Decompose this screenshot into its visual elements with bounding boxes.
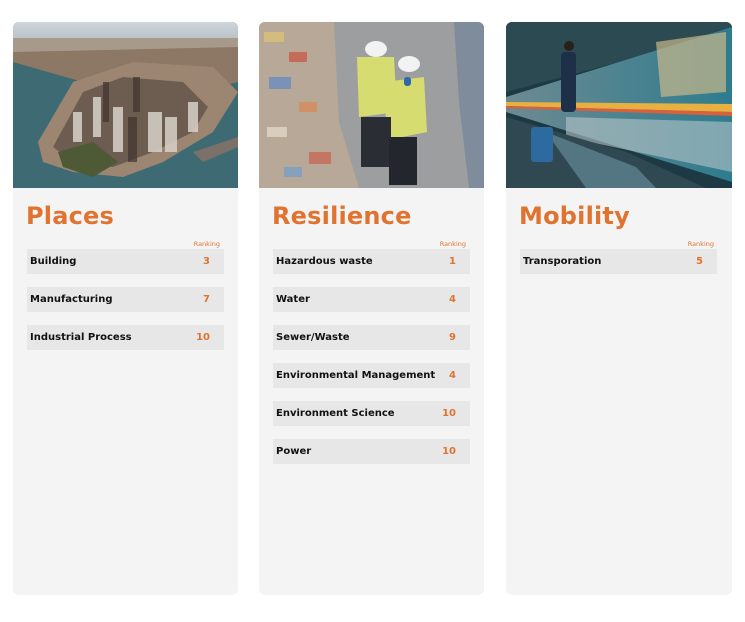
- list-item[interactable]: Sewer/Waste 9: [273, 325, 470, 350]
- item-rank: 3: [203, 256, 210, 267]
- item-rank: 10: [442, 408, 456, 419]
- list-item[interactable]: Power 10: [273, 439, 470, 464]
- ranking-list: Hazardous waste 1 Water 4 Sewer/Waste 9 …: [273, 249, 470, 477]
- ranking-list: Building 3 Manufacturing 7 Industrial Pr…: [27, 249, 224, 363]
- card-places: Places Ranking Building 3 Manufacturing …: [13, 22, 238, 595]
- item-name: Industrial Process: [30, 332, 132, 343]
- item-name: Power: [276, 446, 312, 457]
- card-title: Mobility: [519, 202, 630, 230]
- item-rank: 4: [449, 294, 456, 305]
- list-item[interactable]: Water 4: [273, 287, 470, 312]
- list-item[interactable]: Hazardous waste 1: [273, 249, 470, 274]
- ranking-column-label: Ranking: [687, 240, 714, 248]
- list-item[interactable]: Industrial Process 10: [27, 325, 224, 350]
- train-platform-image: [506, 22, 732, 188]
- item-rank: 10: [442, 446, 456, 457]
- item-name: Building: [30, 256, 77, 267]
- card-resilience: Resilience Ranking Hazardous waste 1 Wat…: [259, 22, 484, 595]
- ranking-column-label: Ranking: [439, 240, 466, 248]
- item-rank: 9: [449, 332, 456, 343]
- list-item[interactable]: Environmental Management 4: [273, 363, 470, 388]
- item-name: Environment Science: [276, 408, 395, 419]
- item-rank: 4: [449, 370, 456, 381]
- item-name: Environmental Management: [276, 370, 436, 381]
- card-mobility: Mobility Ranking Transporation 5: [506, 22, 732, 595]
- item-name: Manufacturing: [30, 294, 113, 305]
- item-name: Transporation: [523, 256, 602, 267]
- list-item[interactable]: Manufacturing 7: [27, 287, 224, 312]
- item-name: Sewer/Waste: [276, 332, 350, 343]
- item-rank: 7: [203, 294, 210, 305]
- ranking-list: Transporation 5: [520, 249, 717, 287]
- card-title: Resilience: [272, 202, 412, 230]
- list-item[interactable]: Transporation 5: [520, 249, 717, 274]
- aerial-city-skyline-image: [13, 22, 238, 188]
- item-rank: 5: [696, 256, 703, 267]
- item-rank: 10: [196, 332, 210, 343]
- ranking-column-label: Ranking: [193, 240, 220, 248]
- item-name: Water: [276, 294, 310, 305]
- item-rank: 1: [449, 256, 456, 267]
- card-title: Places: [26, 202, 115, 230]
- item-name: Hazardous waste: [276, 256, 373, 267]
- list-item[interactable]: Building 3: [27, 249, 224, 274]
- recycling-workers-image: [259, 22, 484, 188]
- list-item[interactable]: Environment Science 10: [273, 401, 470, 426]
